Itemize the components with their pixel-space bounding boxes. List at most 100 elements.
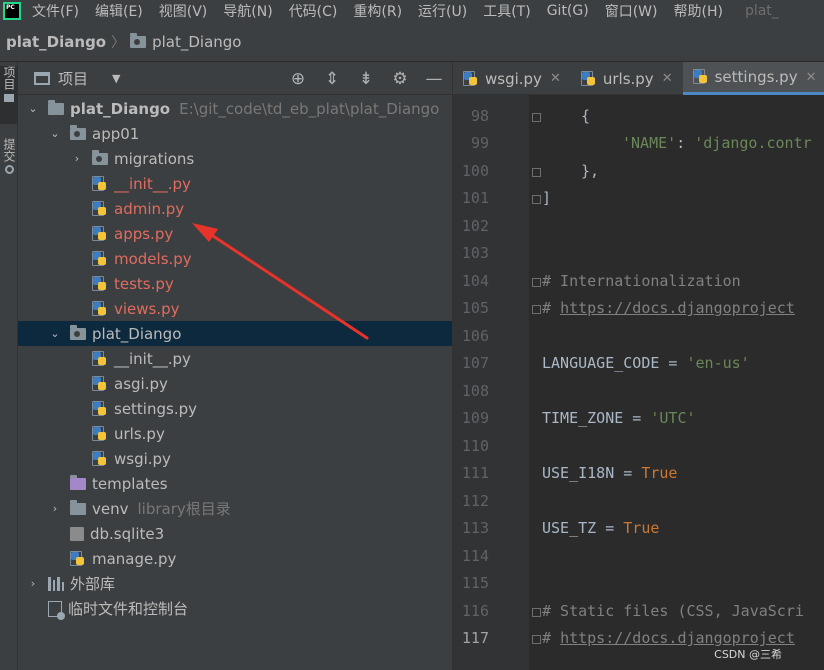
tree-item-migrations[interactable]: › migrations — [18, 146, 452, 171]
tree-item-label: manage.py — [92, 549, 177, 568]
menu-window[interactable]: 窗口(W) — [597, 1, 666, 21]
tree-item-file[interactable]: asgi.py — [18, 371, 452, 396]
menu-file[interactable]: 文件(F) — [24, 1, 87, 21]
chevron-down-icon[interactable]: ⌄ — [48, 127, 62, 140]
folder-icon — [48, 99, 64, 115]
breadcrumb-folder[interactable]: plat_Diango — [152, 33, 241, 51]
code-link[interactable]: https://docs.djangoproject — [560, 629, 795, 647]
window-title: plat_ — [744, 3, 779, 19]
tree-item-plat-diango-package[interactable]: ⌄ plat_Diango — [18, 321, 452, 346]
menu-code[interactable]: 代码(C) — [281, 1, 346, 21]
expand-all-icon[interactable]: ⇕ — [322, 69, 342, 89]
code-token: TIME_ZONE = — [542, 409, 651, 427]
python-file-icon — [463, 70, 479, 87]
tree-item-label: templates — [92, 474, 168, 493]
tab-urls[interactable]: urls.py ✕ — [571, 62, 683, 95]
code-token: 'NAME' — [622, 134, 677, 152]
code-link[interactable]: https://docs.djangoproject — [560, 299, 795, 317]
tree-item-app01[interactable]: ⌄ app01 — [18, 121, 452, 146]
templates-folder-icon — [70, 474, 86, 490]
view-dropdown-icon[interactable]: ▼ — [112, 72, 120, 85]
line-number: 100 — [461, 162, 489, 180]
close-icon[interactable]: ✕ — [806, 70, 817, 85]
python-file-icon — [92, 400, 108, 417]
package-folder-icon — [92, 149, 108, 165]
code-comment: # — [542, 299, 561, 317]
package-folder-icon — [70, 324, 86, 340]
tree-item-file[interactable]: urls.py — [18, 421, 452, 446]
chevron-right-icon[interactable]: › — [70, 152, 84, 165]
tree-item-label: tests.py — [114, 274, 174, 293]
tab-label: settings.py — [714, 68, 798, 86]
code-token: 'django.contr — [694, 134, 812, 152]
editor-tab-bar: wsgi.py ✕ urls.py ✕ settings.py ✕ — [453, 62, 824, 95]
python-file-icon — [92, 275, 108, 292]
tree-item-file[interactable]: manage.py — [18, 546, 452, 571]
code-line: USE_I18N = True — [542, 460, 824, 487]
menu-tools[interactable]: 工具(T) — [475, 1, 538, 21]
tree-item-file[interactable]: views.py — [18, 296, 452, 321]
chevron-right-icon[interactable]: › — [48, 502, 62, 515]
close-icon[interactable]: ✕ — [662, 71, 673, 86]
line-number: 101 — [461, 189, 489, 207]
settings-gear-icon[interactable]: ⚙ — [390, 69, 410, 89]
code-comment: # Static files (CSS, JavaScri — [542, 602, 804, 620]
tab-label: wsgi.py — [485, 69, 542, 88]
tree-item-file[interactable]: apps.py — [18, 221, 452, 246]
tree-item-label: plat_Diango — [70, 99, 171, 118]
code-line: # Static files (CSS, JavaScri — [542, 598, 824, 625]
tool-tab-commit[interactable]: 提交 — [0, 138, 18, 188]
menu-help[interactable]: 帮助(H) — [665, 1, 730, 21]
menu-edit[interactable]: 编辑(E) — [87, 1, 151, 21]
menu-run[interactable]: 运行(U) — [410, 1, 475, 21]
pycharm-logo-icon[interactable]: PC — [0, 0, 24, 22]
line-number: 110 — [461, 437, 489, 455]
menu-git[interactable]: Git(G) — [539, 3, 597, 19]
chevron-right-icon[interactable]: › — [26, 577, 40, 590]
collapse-all-icon[interactable]: ⇟ — [356, 69, 376, 89]
tree-item-label: __init__.py — [114, 174, 191, 193]
tree-item-project-root[interactable]: ⌄ plat_Diango E:\git_code\td_eb_plat\pla… — [18, 96, 452, 121]
tree-item-file[interactable]: wsgi.py — [18, 446, 452, 471]
tab-settings[interactable]: settings.py ✕ — [682, 62, 824, 95]
tree-item-file[interactable]: __init__.py — [18, 346, 452, 371]
tree-item-external-libraries[interactable]: › 外部库 — [18, 571, 452, 596]
tree-item-venv[interactable]: › venv library根目录 — [18, 496, 452, 521]
tree-item-file[interactable]: db.sqlite3 — [18, 521, 452, 546]
package-folder-icon — [70, 124, 86, 140]
code-area[interactable]: { 'NAME': 'django.contr }, ] # Internati… — [529, 95, 824, 670]
line-number-current: 117 — [461, 629, 489, 647]
close-icon[interactable]: ✕ — [550, 71, 561, 86]
line-number: 112 — [461, 492, 489, 510]
line-number: 109 — [461, 409, 489, 427]
tree-item-file[interactable]: tests.py — [18, 271, 452, 296]
line-number: 102 — [461, 217, 489, 235]
chevron-right-icon: 〉 — [111, 34, 126, 51]
menu-refactor[interactable]: 重构(R) — [345, 1, 410, 21]
breadcrumb: plat_Diango 〉 plat_Diango — [0, 22, 824, 62]
library-icon — [48, 576, 64, 591]
project-panel: 项目 ▼ ⊕ ⇕ ⇟ ⚙ — ⌄ plat_Diango E:\git_code… — [18, 62, 452, 670]
folder-icon — [4, 94, 14, 102]
breadcrumb-project[interactable]: plat_Diango — [6, 33, 106, 51]
tree-item-file[interactable]: admin.py — [18, 196, 452, 221]
tab-wsgi[interactable]: wsgi.py ✕ — [453, 62, 571, 95]
hide-panel-icon[interactable]: — — [424, 69, 444, 89]
tree-item-label: asgi.py — [114, 374, 168, 393]
tree-item-file[interactable]: __init__.py — [18, 171, 452, 196]
tree-item-label: venv — [92, 499, 129, 518]
tree-item-scratches[interactable]: 临时文件和控制台 — [18, 596, 452, 621]
menu-view[interactable]: 视图(V) — [151, 1, 216, 21]
project-tree: ⌄ plat_Diango E:\git_code\td_eb_plat\pla… — [18, 96, 452, 621]
locate-file-icon[interactable]: ⊕ — [288, 69, 308, 89]
tree-item-file[interactable]: models.py — [18, 246, 452, 271]
tree-item-label: db.sqlite3 — [90, 524, 165, 543]
chevron-down-icon[interactable]: ⌄ — [48, 327, 62, 340]
menu-navigate[interactable]: 导航(N) — [215, 1, 280, 21]
tool-tab-commit-label: 提交 — [2, 138, 16, 162]
project-panel-title[interactable]: 项目 — [58, 68, 88, 89]
tool-tab-project[interactable]: 项目 — [0, 66, 18, 124]
chevron-down-icon[interactable]: ⌄ — [26, 102, 40, 115]
tree-item-templates[interactable]: templates — [18, 471, 452, 496]
tree-item-file[interactable]: settings.py — [18, 396, 452, 421]
